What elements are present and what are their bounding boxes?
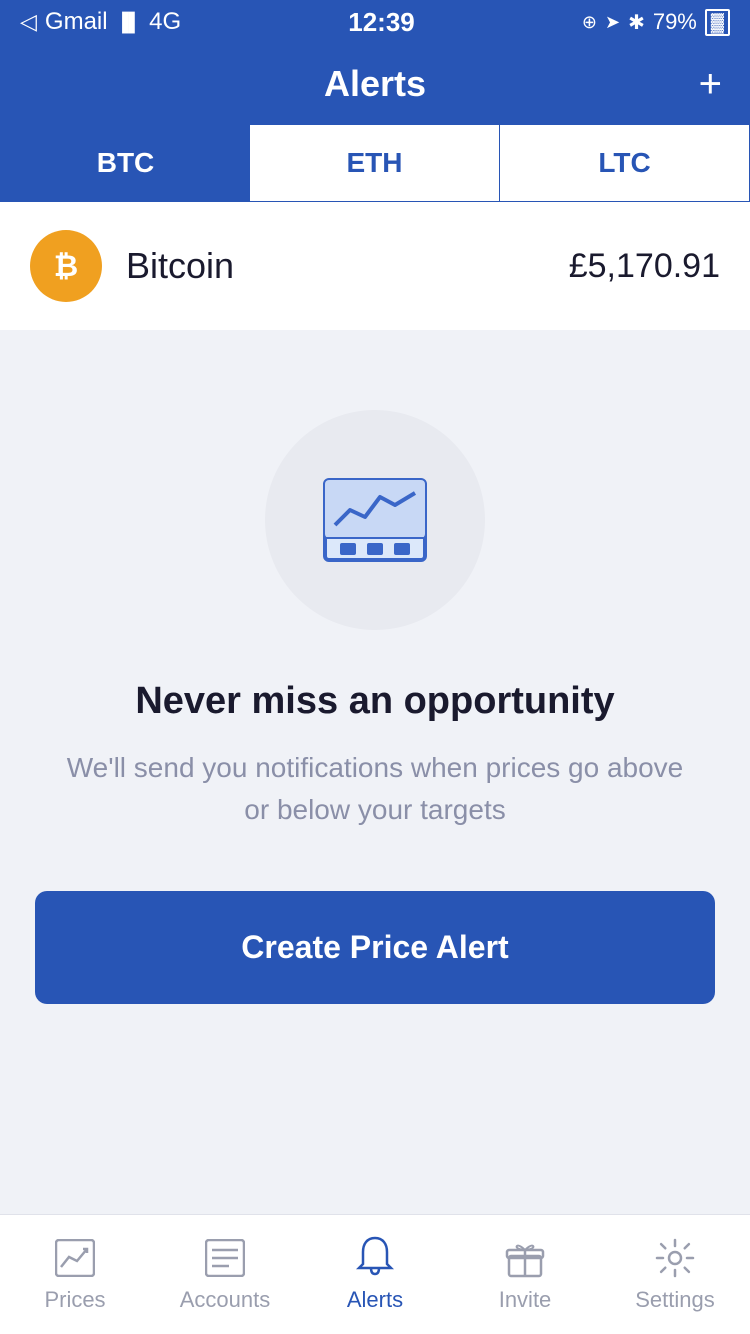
bluetooth-icon: ✱ bbox=[628, 10, 645, 35]
back-icon: ◁ bbox=[20, 9, 37, 35]
alerts-icon bbox=[354, 1237, 396, 1279]
empty-icon-circle bbox=[265, 410, 485, 630]
page-title: Alerts bbox=[324, 63, 426, 105]
crypto-row: ₿ Bitcoin £5,170.91 bbox=[0, 202, 750, 330]
accounts-icon bbox=[204, 1237, 246, 1279]
create-alert-button[interactable]: Create Price Alert bbox=[35, 891, 715, 1004]
crypto-name: Bitcoin bbox=[126, 245, 545, 287]
svg-text:₿: ₿ bbox=[54, 250, 78, 283]
add-alert-button[interactable]: + bbox=[699, 62, 722, 107]
status-bar: ◁ Gmail ▐▌ 4G 12:39 ⊕ ➤ ✱ 79% ▓ bbox=[0, 0, 750, 44]
status-right: ⊕ ➤ ✱ 79% ▓ bbox=[582, 9, 730, 36]
empty-state-subtitle: We'll send you notifications when prices… bbox=[60, 747, 690, 831]
tab-btc[interactable]: BTC bbox=[1, 125, 250, 201]
bitcoin-icon: ₿ bbox=[30, 230, 102, 302]
carrier-label: Gmail bbox=[45, 8, 108, 36]
settings-icon bbox=[654, 1237, 696, 1279]
navigation-icon: ➤ bbox=[605, 12, 620, 33]
bottom-nav: Prices Accounts Alerts bbox=[0, 1214, 750, 1334]
tab-ltc[interactable]: LTC bbox=[500, 125, 749, 201]
battery-icon: ▓ bbox=[705, 9, 730, 36]
tab-bar: BTC ETH LTC bbox=[0, 124, 750, 202]
settings-label: Settings bbox=[635, 1287, 715, 1313]
header: Alerts + bbox=[0, 44, 750, 124]
nav-settings[interactable]: Settings bbox=[600, 1223, 750, 1327]
prices-icon bbox=[54, 1237, 96, 1279]
status-time: 12:39 bbox=[348, 7, 415, 38]
alerts-label: Alerts bbox=[347, 1287, 403, 1313]
nav-alerts[interactable]: Alerts bbox=[300, 1223, 450, 1327]
invite-icon bbox=[504, 1237, 546, 1279]
empty-state: Never miss an opportunity We'll send you… bbox=[0, 330, 750, 1064]
accounts-label: Accounts bbox=[180, 1287, 271, 1313]
battery-label: 79% bbox=[653, 9, 697, 35]
nav-prices[interactable]: Prices bbox=[0, 1223, 150, 1327]
nav-invite[interactable]: Invite bbox=[450, 1223, 600, 1327]
status-left: ◁ Gmail ▐▌ 4G bbox=[20, 8, 181, 36]
crypto-price: £5,170.91 bbox=[569, 247, 720, 286]
network-type: 4G bbox=[149, 8, 181, 36]
tab-eth[interactable]: ETH bbox=[250, 125, 500, 201]
invite-label: Invite bbox=[499, 1287, 552, 1313]
nav-accounts[interactable]: Accounts bbox=[150, 1223, 300, 1327]
location-icon: ⊕ bbox=[582, 12, 597, 33]
prices-label: Prices bbox=[44, 1287, 105, 1313]
empty-state-title: Never miss an opportunity bbox=[135, 680, 614, 723]
signal-bars: ▐▌ bbox=[116, 12, 142, 33]
